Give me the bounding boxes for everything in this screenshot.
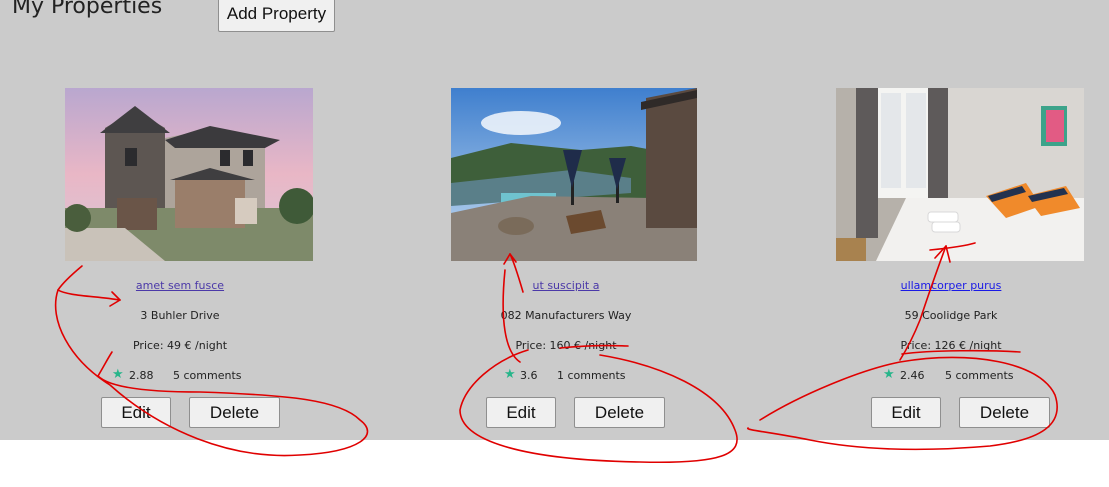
property-address: 3 Buhler Drive <box>140 309 220 322</box>
property-comments: 5 comments <box>945 369 1014 382</box>
property-card: ut suscipit a 082 Manufacturers Way Pric… <box>441 88 697 433</box>
property-comments: 1 comments <box>557 369 626 382</box>
property-rating: 2.46 <box>900 369 925 382</box>
property-name-link[interactable]: ut suscipit a <box>441 279 691 292</box>
delete-button[interactable]: Delete <box>574 397 665 428</box>
property-rating: 3.6 <box>520 369 538 382</box>
property-rating: 2.88 <box>129 369 154 382</box>
property-price: Price: 160 € /night <box>515 339 617 352</box>
star-icon: ★ <box>883 367 895 382</box>
star-icon: ★ <box>504 367 516 382</box>
property-price: Price: 126 € /night <box>900 339 1002 352</box>
property-comments: 5 comments <box>173 369 242 382</box>
properties-panel: My Properties Add Property amet sem fusc… <box>0 0 1109 440</box>
property-photo-bedroom[interactable] <box>836 88 1084 261</box>
page-title: My Properties <box>12 0 163 19</box>
property-card: amet sem fusce 3 Buhler Drive Price: 49 … <box>55 88 313 433</box>
property-card: ullamcorper purus 59 Coolidge Park Price… <box>826 88 1084 433</box>
edit-button[interactable]: Edit <box>101 397 171 428</box>
property-price: Price: 49 € /night <box>132 339 228 352</box>
property-address: 59 Coolidge Park <box>904 309 998 322</box>
add-property-button[interactable]: Add Property <box>218 0 335 32</box>
star-icon: ★ <box>112 367 124 382</box>
property-address: 082 Manufacturers Way <box>500 309 632 322</box>
delete-button[interactable]: Delete <box>959 397 1050 428</box>
property-name-link[interactable]: amet sem fusce <box>55 279 305 292</box>
edit-button[interactable]: Edit <box>486 397 556 428</box>
property-photo-house[interactable] <box>65 88 313 261</box>
delete-button[interactable]: Delete <box>189 397 280 428</box>
property-name-link[interactable]: ullamcorper purus <box>826 279 1076 292</box>
property-photo-terrace[interactable] <box>451 88 697 261</box>
edit-button[interactable]: Edit <box>871 397 941 428</box>
